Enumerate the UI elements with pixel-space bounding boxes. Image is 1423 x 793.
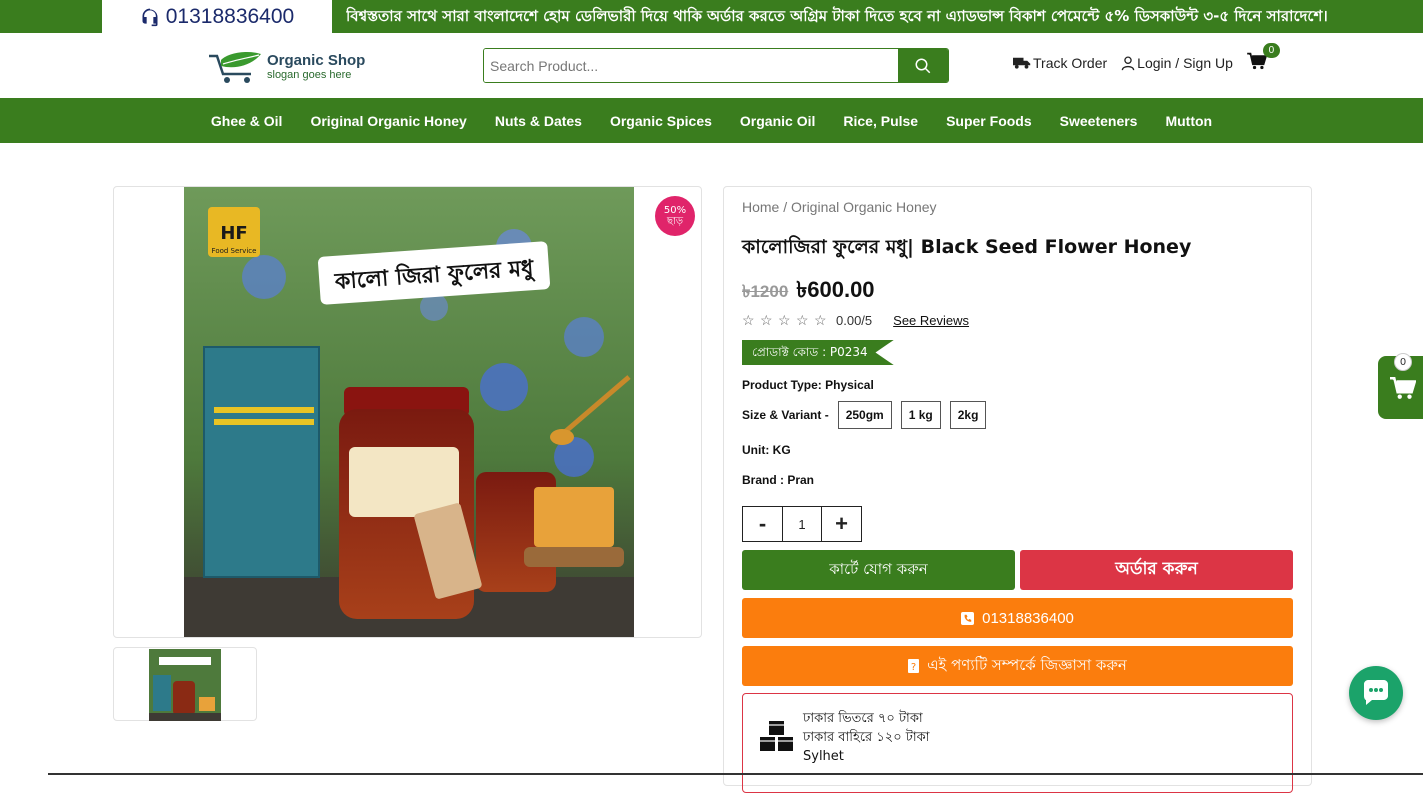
quantity-decrease-button[interactable]: - (743, 507, 782, 541)
product-title: কালোজিরা ফুলের মধু| Black Seed Flower Ho… (742, 236, 1192, 258)
chat-button[interactable] (1349, 666, 1403, 720)
nav-item-sweeteners[interactable]: Sweeteners (1046, 113, 1152, 129)
delivery-text: ঢাকার ভিতরে ৭০ টাকা ঢাকার বাহিরে ১২০ টাক… (803, 709, 930, 766)
track-order-link[interactable]: Track Order (1013, 55, 1107, 71)
chat-icon (1364, 680, 1388, 705)
site-logo[interactable]: Organic Shop slogan goes here (207, 50, 365, 86)
nav-item-organic-spices[interactable]: Organic Spices (596, 113, 726, 129)
discount-pct: 50% (663, 205, 687, 216)
quantity-increase-button[interactable]: + (822, 507, 861, 541)
rating-value: 0.00/5 (836, 313, 873, 328)
star-icon: ☆ (778, 312, 791, 328)
breadcrumb[interactable]: Home / Original Organic Honey (742, 199, 937, 215)
variant-option-1kg[interactable]: 1 kg (900, 401, 941, 429)
discount-badge: 50% ছাড় (655, 196, 695, 236)
question-icon: ? (908, 659, 920, 673)
hotline[interactable]: 01318836400 (102, 0, 332, 33)
star-icon: ☆ (796, 312, 809, 328)
track-order-label: Track Order (1033, 55, 1108, 71)
ask-question-label: এই পণ্যটি সম্পর্কে জিজ্ঞাসা করুন (927, 655, 1127, 674)
delivery-inside-dhaka: ঢাকার ভিতরে ৭০ টাকা (803, 711, 923, 726)
truck-icon (1013, 57, 1031, 69)
unit-info: Unit: KG (742, 443, 791, 457)
delivery-info-box: ঢাকার ভিতরে ৭০ টাকা ঢাকার বাহিরে ১২০ টাক… (742, 693, 1293, 793)
quantity-stepper: - 1 + (742, 506, 862, 542)
nav-item-ghee-oil[interactable]: Ghee & Oil (197, 113, 297, 129)
product-code-tag: প্রোডাক্ট কোড : P0234 (742, 340, 894, 365)
nav-item-nuts-dates[interactable]: Nuts & Dates (481, 113, 596, 129)
ask-question-button[interactable]: ? এই পণ্যটি সম্পর্কে জিজ্ঞাসা করুন (742, 646, 1293, 686)
cart-count-badge: 0 (1262, 43, 1280, 58)
search-bar (483, 48, 949, 83)
hotline-number: 01318836400 (165, 4, 295, 28)
see-reviews-link[interactable]: See Reviews (893, 313, 969, 328)
delivery-city: Sylhet (803, 749, 844, 764)
cart-leaf-logo-icon (209, 52, 261, 83)
search-button[interactable] (898, 49, 948, 82)
product-gallery: HF Food Service কালো জিরা ফুলের মধু 50% … (113, 186, 702, 638)
boxes-icon (760, 721, 793, 751)
star-icon: ☆ (814, 312, 827, 328)
login-link[interactable]: Login / Sign Up (1121, 55, 1233, 71)
phone-icon (961, 611, 975, 625)
announcement-marquee: বিশ্বস্ততার সাথে সারা বাংলাদেশে হোম ডেলি… (346, 7, 1328, 25)
call-button-label: 01318836400 (982, 609, 1074, 627)
header-cart-button[interactable]: 0 (1247, 43, 1280, 74)
old-price: ৳1200 (742, 282, 789, 301)
svg-text:HF: HF (220, 223, 247, 244)
nav-item-rice-pulse[interactable]: Rice, Pulse (829, 113, 932, 129)
top-bar: 01318836400 বিশ্বস্ততার সাথে সারা বাংলাদ… (0, 0, 1423, 33)
nav-item-organic-honey[interactable]: Original Organic Honey (296, 113, 480, 129)
search-icon (915, 58, 931, 73)
nav-item-organic-oil[interactable]: Organic Oil (726, 113, 829, 129)
brand-info: Brand : Pran (742, 473, 815, 487)
current-price: ৳600.00 (796, 277, 875, 302)
add-to-cart-button[interactable]: কার্টে যোগ করুন (742, 550, 1015, 590)
variant-label: Size & Variant - (742, 408, 829, 422)
logo-slogan: slogan goes here (267, 69, 352, 81)
order-now-button[interactable]: অর্ডার করুন (1020, 550, 1293, 590)
variant-option-2kg[interactable]: 2kg (949, 401, 987, 429)
quantity-input[interactable]: 1 (782, 507, 822, 541)
call-button[interactable]: 01318836400 (742, 598, 1293, 638)
category-nav: Ghee & Oil Original Organic Honey Nuts &… (0, 98, 1423, 143)
logo-name: Organic Shop (267, 52, 366, 69)
discount-word: ছাড় (666, 216, 684, 227)
floating-cart-button[interactable]: 0 (1378, 353, 1423, 419)
rating-row: ☆ ☆ ☆ ☆ ☆ 0.00/5 See Reviews (742, 312, 969, 329)
product-type: Product Type: Physical (742, 378, 874, 392)
product-info-panel: Home / Original Organic Honey কালোজিরা ফ… (723, 186, 1312, 793)
user-icon (1121, 55, 1135, 70)
price-row: ৳1200 ৳600.00 (742, 273, 875, 310)
variant-option-250gm[interactable]: 250gm (837, 401, 892, 429)
image-brand-mark: Food Service (212, 247, 257, 255)
svg-text:?: ? (911, 662, 916, 673)
floating-cart-count: 0 (1394, 353, 1412, 371)
header-links: Track Order Login / Sign Up 0 (1013, 43, 1280, 74)
nav-item-mutton[interactable]: Mutton (1151, 113, 1226, 129)
cart-icon (1390, 377, 1416, 399)
product-main-image[interactable]: HF Food Service কালো জিরা ফুলের মধু (184, 187, 634, 637)
delivery-outside-dhaka: ঢাকার বাহিরে ১২০ টাকা (803, 730, 930, 745)
search-input[interactable] (484, 49, 898, 82)
login-label: Login / Sign Up (1137, 55, 1233, 71)
star-icon: ☆ (742, 312, 755, 328)
thumbnail-image (149, 649, 221, 721)
nav-item-super-foods[interactable]: Super Foods (932, 113, 1046, 129)
variant-row: Size & Variant - 250gm 1 kg 2kg (742, 401, 987, 429)
headset-icon (142, 8, 158, 26)
star-icon: ☆ (760, 312, 773, 328)
product-thumbnail[interactable] (113, 647, 257, 721)
site-header: Organic Shop slogan goes here Track Orde… (0, 33, 1423, 98)
